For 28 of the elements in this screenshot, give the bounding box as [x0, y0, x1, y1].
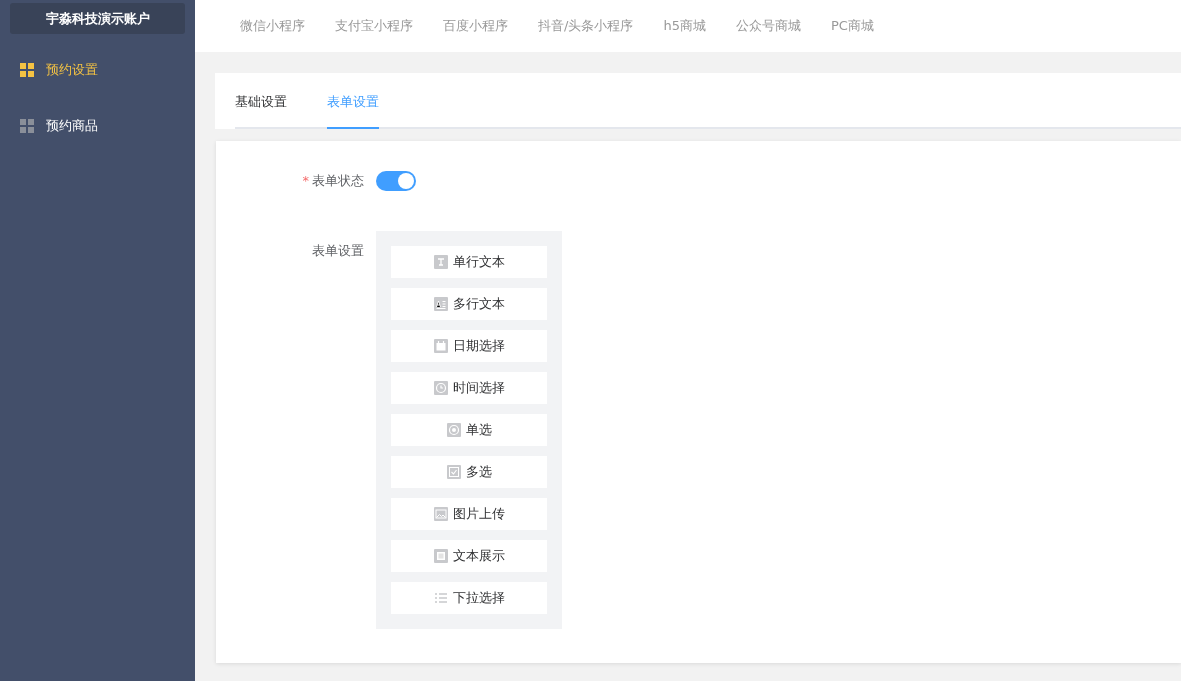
field-type-button[interactable]: 单选	[391, 414, 547, 446]
text-icon	[433, 255, 448, 269]
field-type-button[interactable]: 时间选择	[391, 372, 547, 404]
image-icon	[433, 507, 448, 521]
field-type-button[interactable]: 文本展示	[391, 540, 547, 572]
sidebar-item[interactable]: 预约设置	[0, 42, 195, 98]
required-mark: *	[302, 173, 309, 189]
toggle-switch[interactable]	[376, 171, 416, 191]
form-label: 表单状态	[312, 173, 364, 189]
field-type-button[interactable]: 下拉选择	[391, 582, 547, 614]
field-type-button[interactable]: 多选	[391, 456, 547, 488]
list-icon	[433, 591, 448, 605]
grid-icon	[20, 119, 34, 133]
field-type-button[interactable]: 单行文本	[391, 246, 547, 278]
paragraph-icon	[433, 297, 448, 311]
clock-icon	[433, 381, 448, 395]
account-name: 宇淼科技演示账户	[10, 3, 185, 34]
field-type-button[interactable]: 多行文本	[391, 288, 547, 320]
tab[interactable]: 基础设置	[235, 90, 287, 129]
calendar-icon	[433, 339, 448, 353]
grid-icon	[20, 63, 34, 77]
field-type-button[interactable]: 日期选择	[391, 330, 547, 362]
field-type-button[interactable]: 图片上传	[391, 498, 547, 530]
checkbox-icon	[446, 465, 461, 479]
sidebar-item[interactable]: 预约商品	[0, 98, 195, 154]
form-label: 表单设置	[311, 242, 365, 260]
text-block-icon	[433, 549, 448, 563]
radio-icon	[446, 423, 461, 437]
